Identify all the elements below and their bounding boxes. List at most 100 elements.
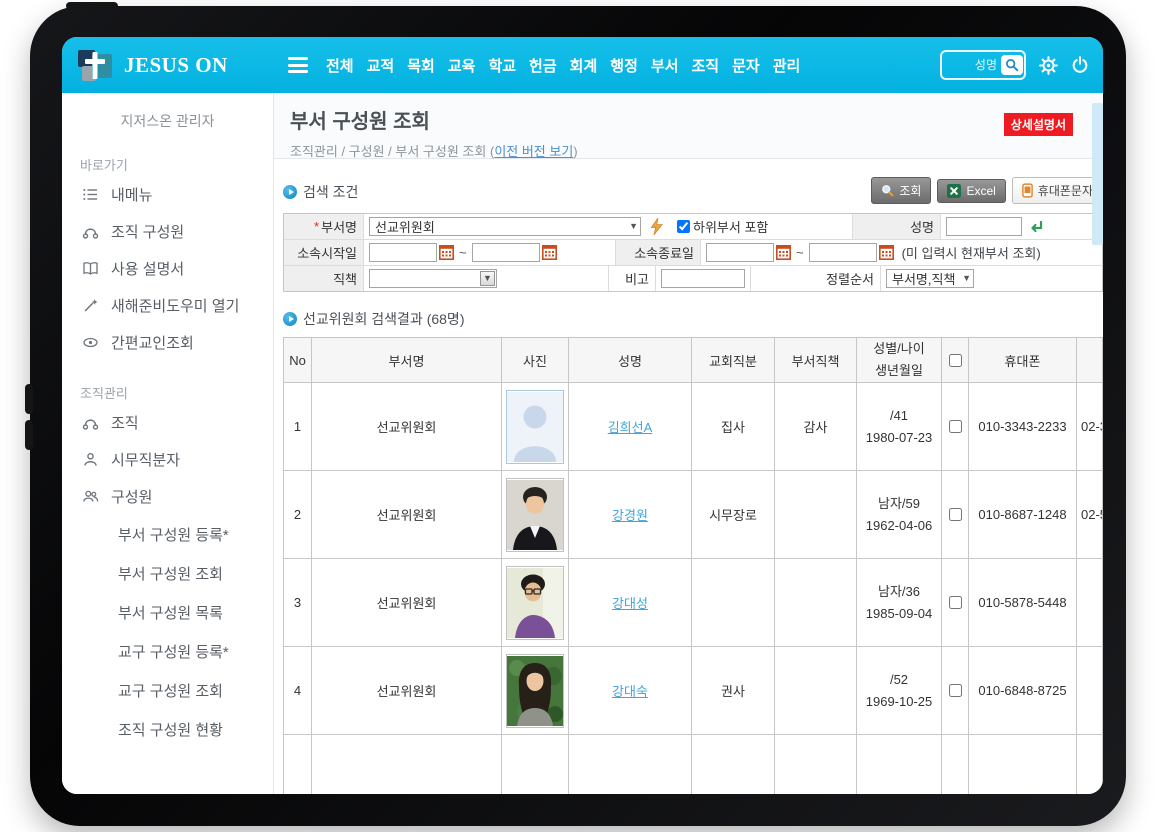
scrollbar-thumb[interactable] bbox=[1092, 103, 1103, 245]
nav-item[interactable]: 전체 bbox=[326, 55, 354, 76]
name-label: 성명 bbox=[853, 214, 941, 239]
sidebar-item-label: 구성원 bbox=[111, 486, 152, 507]
sidebar-section-shortcuts: 바로가기 bbox=[80, 155, 273, 174]
sidebar-subitem-parish-member-search[interactable]: 교구 구성원 조회 bbox=[62, 671, 273, 710]
nav-item[interactable]: 관리 bbox=[773, 55, 801, 76]
start-date-to-input[interactable] bbox=[472, 243, 540, 262]
sidebar-item-organization[interactable]: 조직 bbox=[62, 404, 273, 441]
member-name-link[interactable]: 김희선A bbox=[608, 420, 653, 435]
nav-item[interactable]: 문자 bbox=[732, 55, 760, 76]
nav-item[interactable]: 부서 bbox=[651, 55, 679, 76]
include-sub-dept-checkbox[interactable]: 하위부서 포함 bbox=[677, 217, 768, 236]
table-row[interactable]: 1 선교위원회 김희선A 집사 감사 /411980-07-23 bbox=[284, 383, 1103, 471]
sidebar-subitem-dept-member-search[interactable]: 부서 구성원 조회 bbox=[62, 554, 273, 593]
table-row[interactable]: 4 선교위원회 강대숙 권사 /521969-10-25 bbox=[284, 647, 1103, 735]
sidebar-item-newyear-helper[interactable]: 새해준비도우미 열기 bbox=[62, 287, 273, 324]
sidebar-item-manual[interactable]: 사용 설명서 bbox=[62, 250, 273, 287]
sidebar-subitem-parish-member-register[interactable]: 교구 구성원 등록* bbox=[62, 632, 273, 671]
sidebar-item-quick-member-search[interactable]: 간편교인조회 bbox=[62, 324, 273, 361]
start-date-from-input[interactable] bbox=[369, 243, 437, 262]
calendar-icon[interactable] bbox=[542, 245, 557, 260]
top-navigation: 전체 교적 목회 교육 학교 헌금 회계 행정 부서 조직 문자 관리 bbox=[326, 55, 800, 76]
calendar-icon[interactable] bbox=[776, 245, 791, 260]
sidebar-item-members[interactable]: 구성원 bbox=[62, 478, 273, 515]
dept-name-label: * 부서명 bbox=[284, 214, 364, 239]
end-date-label: 소속종료일 bbox=[616, 240, 701, 265]
sort-order-select[interactable]: 부서명,직책 ▼ bbox=[886, 269, 974, 288]
sidebar-subitem-dept-member-list[interactable]: 부서 구성원 목록 bbox=[62, 593, 273, 632]
mobile-sms-button[interactable]: 휴대폰문자 bbox=[1012, 177, 1103, 204]
sidebar-subitem-org-member-status[interactable]: 조직 구성원 현황 bbox=[62, 710, 273, 749]
action-buttons: 조회 Excel 휴대폰문자 bbox=[871, 177, 1103, 204]
breadcrumb: 조직관리 / 구성원 / 부서 구성원 조회 (이전 버전 보기) bbox=[290, 141, 1103, 160]
date-note: (미 입력시 현재부서 조회) bbox=[894, 243, 1041, 262]
nav-item[interactable]: 학교 bbox=[488, 55, 516, 76]
member-name-link[interactable]: 강경원 bbox=[612, 508, 648, 523]
sidebar-item-label: 조직 구성원 bbox=[111, 221, 184, 242]
logo-text: JESUS ON bbox=[124, 53, 228, 78]
sidebar-item-label: 내메뉴 bbox=[111, 184, 152, 205]
select-all-checkbox[interactable] bbox=[949, 354, 962, 367]
col-select bbox=[942, 338, 969, 383]
results-section-title: 선교위원회 검색결과 (68명) bbox=[283, 309, 1103, 329]
col-dept: 부서명 bbox=[312, 338, 502, 383]
sidebar-item-my-menu[interactable]: 내메뉴 bbox=[62, 176, 273, 213]
nav-item[interactable]: 목회 bbox=[407, 55, 435, 76]
member-photo bbox=[506, 566, 564, 640]
row-checkbox[interactable] bbox=[949, 508, 962, 521]
sidebar-item-office-holders[interactable]: 시무직분자 bbox=[62, 441, 273, 478]
memo-input[interactable] bbox=[661, 269, 745, 288]
member-name-link[interactable]: 강대숙 bbox=[612, 684, 648, 699]
end-date-from-input[interactable] bbox=[706, 243, 774, 262]
row-checkbox[interactable] bbox=[949, 420, 962, 433]
nav-item[interactable]: 교적 bbox=[367, 55, 395, 76]
row-checkbox[interactable] bbox=[949, 684, 962, 697]
end-date-to-input[interactable] bbox=[809, 243, 877, 262]
nav-item[interactable]: 교육 bbox=[448, 55, 476, 76]
search-button[interactable]: 조회 bbox=[871, 177, 931, 204]
sidebar-subitem-dept-member-register[interactable]: 부서 구성원 등록* bbox=[62, 515, 273, 554]
col-phone bbox=[1077, 338, 1103, 383]
quick-dept-icon[interactable] bbox=[649, 217, 664, 236]
admin-label: 지저스온 관리자 bbox=[62, 111, 273, 131]
col-gender-birth: 성별/나이 생년월일 bbox=[857, 338, 942, 383]
sidebar-item-org-members[interactable]: 조직 구성원 bbox=[62, 213, 273, 250]
tablet-frame: JESUS ON 전체 교적 목회 교육 학교 헌금 회계 행정 부서 조직 문… bbox=[30, 6, 1126, 826]
nav-item[interactable]: 헌금 bbox=[529, 55, 557, 76]
nav-item[interactable]: 조직 bbox=[691, 55, 719, 76]
detail-manual-badge[interactable]: 상세설명서 bbox=[1004, 113, 1073, 136]
book-icon bbox=[82, 260, 99, 277]
calendar-icon[interactable] bbox=[439, 245, 454, 260]
start-date-label: 소속시작일 bbox=[284, 240, 364, 265]
col-mobile: 휴대폰 bbox=[969, 338, 1077, 383]
row-checkbox[interactable] bbox=[949, 596, 962, 609]
calendar-icon[interactable] bbox=[879, 245, 894, 260]
table-header-row: No 부서명 사진 성명 교회직분 부서직책 성별/나이 생년월일 휴대폰 bbox=[284, 338, 1103, 383]
page-head: 부서 구성원 조회 조직관리 / 구성원 / 부서 구성원 조회 (이전 버전 … bbox=[274, 93, 1103, 159]
table-row[interactable]: 3 선교위원회 강대성 남자/361985-09-04 bbox=[284, 559, 1103, 647]
enter-arrow-icon[interactable] bbox=[1028, 220, 1044, 234]
gear-icon[interactable] bbox=[1039, 56, 1058, 75]
app-header: JESUS ON 전체 교적 목회 교육 학교 헌금 회계 행정 부서 조직 문… bbox=[62, 37, 1103, 93]
name-input[interactable] bbox=[946, 217, 1022, 236]
sidebar-item-label: 사용 설명서 bbox=[111, 258, 184, 279]
member-name-link[interactable]: 강대성 bbox=[612, 596, 648, 611]
eye-icon bbox=[82, 334, 99, 351]
header-search-input[interactable] bbox=[943, 58, 1001, 72]
excel-button[interactable]: Excel bbox=[937, 179, 1005, 203]
chevron-down-icon: ▼ bbox=[629, 222, 638, 231]
previous-version-link[interactable]: 이전 버전 보기 bbox=[494, 144, 573, 159]
search-icon[interactable] bbox=[1001, 55, 1023, 75]
list-icon bbox=[82, 186, 99, 203]
dept-select[interactable]: 선교위원회 ▼ bbox=[369, 217, 641, 236]
power-icon[interactable] bbox=[1071, 56, 1089, 74]
table-row[interactable]: 2 선교위원회 강경원 시무장로 남자/591962-04-06 bbox=[284, 471, 1103, 559]
section-bullet-icon bbox=[283, 185, 297, 199]
memo-label: 비고 bbox=[609, 266, 656, 291]
position-select[interactable]: ▼ bbox=[369, 269, 497, 288]
org-structure-icon bbox=[82, 223, 99, 240]
nav-item[interactable]: 행정 bbox=[610, 55, 638, 76]
nav-item[interactable]: 회계 bbox=[570, 55, 598, 76]
position-label: 직책 bbox=[284, 266, 364, 291]
hamburger-menu-icon[interactable] bbox=[288, 57, 308, 73]
